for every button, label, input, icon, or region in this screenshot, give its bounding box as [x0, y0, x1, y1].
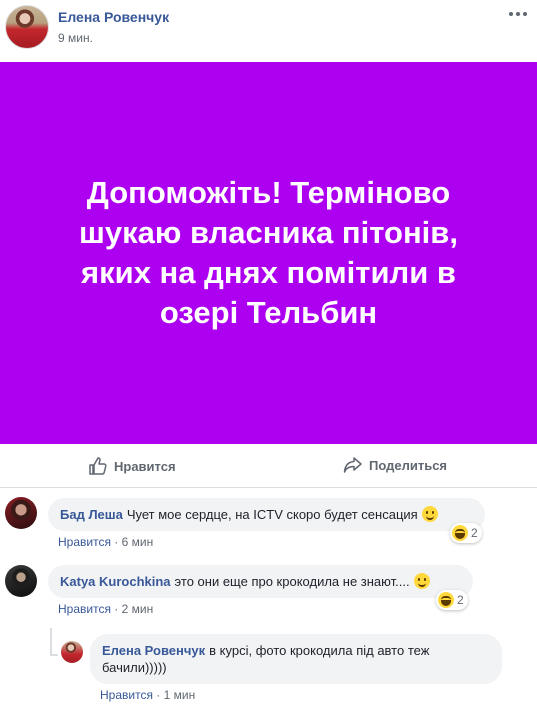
- comment-meta: Нравится · 1 мин: [100, 688, 196, 702]
- like-button[interactable]: Нравится: [88, 456, 176, 476]
- reaction-count: 2: [471, 526, 478, 540]
- comment-meta: Нравится · 6 мин: [58, 535, 154, 549]
- comment-bubble: Katya Kurochkina это они еще про крокодил…: [48, 565, 473, 598]
- reaction-summary[interactable]: 2: [450, 523, 482, 543]
- post-action-bar: Нравится Поделиться: [0, 444, 537, 488]
- comment-text: это они еще про крокодила не знают....: [174, 574, 410, 589]
- comment-like-link[interactable]: Нравится: [58, 602, 111, 616]
- post-content-background: Допоможіть! Терміново шукаю власника піт…: [0, 62, 537, 444]
- comment-bubble: Бад Леша Чует мое сердце, на ICTV скоро б…: [48, 498, 485, 531]
- comment-like-link[interactable]: Нравится: [100, 688, 153, 702]
- author-avatar[interactable]: [5, 5, 49, 49]
- post-timestamp[interactable]: 9 мин.: [58, 31, 93, 45]
- laughing-face-emoji-icon: [413, 573, 430, 589]
- haha-reaction-icon: [438, 592, 454, 608]
- like-label: Нравится: [114, 458, 176, 474]
- comment-time[interactable]: 6 мин: [122, 535, 154, 549]
- comment-time[interactable]: 2 мин: [122, 602, 154, 616]
- commenter-avatar[interactable]: [5, 497, 37, 529]
- comment-bubble: Елена Ровенчук в курсі, фото крокодила пі…: [90, 634, 502, 684]
- comment-text: Чует мое сердце, на ICTV скоро будет сен…: [126, 507, 418, 522]
- commenter-avatar[interactable]: [61, 641, 83, 663]
- comment-time[interactable]: 1 мин: [164, 688, 196, 702]
- post-text: Допоможіть! Терміново шукаю власника піт…: [79, 175, 458, 330]
- haha-reaction-icon: [452, 525, 468, 541]
- share-button[interactable]: Поделиться: [343, 456, 447, 474]
- commenter-name[interactable]: Бад Леша: [60, 507, 123, 522]
- commenter-avatar[interactable]: [5, 565, 37, 597]
- smiling-face-emoji-icon: [421, 506, 438, 522]
- share-arrow-icon: [343, 457, 362, 473]
- reaction-count: 2: [457, 593, 464, 607]
- commenter-name[interactable]: Katya Kurochkina: [60, 574, 171, 589]
- more-options-icon[interactable]: [507, 6, 529, 22]
- reaction-summary[interactable]: 2: [436, 590, 468, 610]
- commenter-name[interactable]: Елена Ровенчук: [102, 643, 205, 658]
- author-name[interactable]: Елена Ровенчук: [58, 9, 169, 25]
- thumbs-up-icon: [89, 457, 107, 475]
- post-header: Елена Ровенчук 9 мин.: [0, 0, 537, 62]
- comment-meta: Нравится · 2 мин: [58, 602, 154, 616]
- share-label: Поделиться: [369, 457, 448, 473]
- reply-thread-line: [50, 628, 58, 656]
- comment-like-link[interactable]: Нравится: [58, 535, 111, 549]
